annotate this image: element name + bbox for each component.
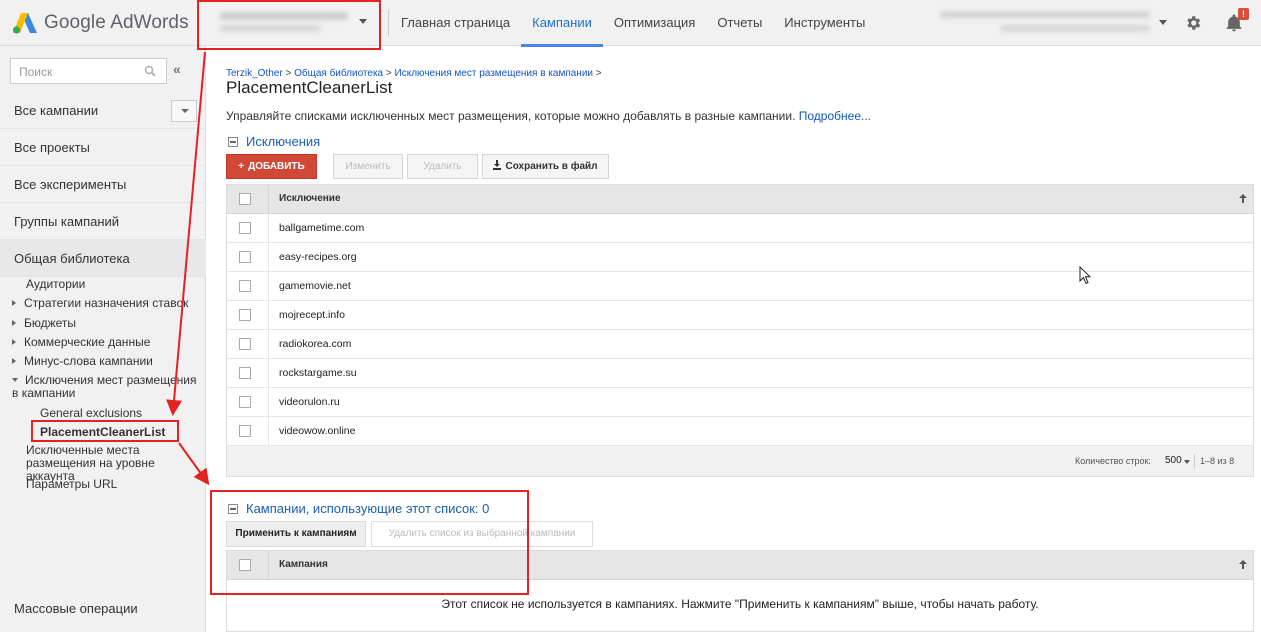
- rows-count-label: Количество строк:: [1075, 456, 1151, 466]
- exclusions-section-header[interactable]: Исключения: [228, 134, 320, 149]
- collapse-arrow-icon: [12, 378, 18, 382]
- table-row[interactable]: ballgametime.com: [227, 214, 1253, 243]
- empty-state-message: Этот список не используется в кампаниях.…: [441, 597, 1039, 611]
- row-checkbox[interactable]: [239, 396, 251, 408]
- table-body: ballgametime.com easy-recipes.org gamemovi…: [227, 214, 1253, 446]
- row-checkbox[interactable]: [239, 367, 251, 379]
- collapse-sidebar-icon[interactable]: «: [173, 61, 181, 77]
- row-checkbox[interactable]: [239, 309, 251, 321]
- learn-more-link[interactable]: Подробнее...: [799, 109, 871, 123]
- annotation-box-campaigns: [210, 490, 529, 595]
- download-icon: [493, 160, 502, 170]
- exclusion-cell: videowow.online: [279, 425, 356, 437]
- chevron-down-icon[interactable]: [1184, 460, 1190, 464]
- top-bar: Google AdWords Главная страница Кампании…: [0, 0, 1261, 47]
- sidebar-item-label: Все кампании: [14, 103, 99, 118]
- chevron-down-icon[interactable]: [1159, 20, 1167, 25]
- exclusions-table: Исключение ballgametime.com easy-recipes.…: [226, 184, 1254, 477]
- notification-badge: !: [1238, 8, 1249, 20]
- adwords-logo[interactable]: Google AdWords: [12, 9, 189, 37]
- exclusion-cell: ballgametime.com: [279, 222, 365, 234]
- column-header-exclusion[interactable]: Исключение: [279, 193, 341, 204]
- exclusion-cell: mojrecept.info: [279, 309, 345, 321]
- row-checkbox[interactable]: [239, 425, 251, 437]
- select-all-checkbox[interactable]: [239, 193, 251, 205]
- sidebar-item-campaign-groups[interactable]: Группы кампаний: [0, 203, 206, 240]
- exclusion-cell: rockstargame.su: [279, 367, 357, 379]
- nav-home[interactable]: Главная страница: [390, 0, 521, 46]
- chevron-down-icon: [181, 109, 189, 113]
- main-nav: Главная страница Кампании Оптимизация От…: [390, 0, 876, 47]
- nav-reports[interactable]: Отчеты: [706, 0, 773, 46]
- table-footer: Количество строк: 500 1–8 из 8: [227, 446, 1253, 476]
- plus-icon: +: [238, 161, 245, 172]
- exclusion-cell: easy-recipes.org: [279, 251, 357, 263]
- delete-button[interactable]: Удалить: [407, 154, 478, 179]
- tree-item-url-params[interactable]: Параметры URL: [26, 477, 117, 491]
- sidebar: Поиск « Все кампании Все проекты Все экс…: [0, 46, 206, 632]
- table-row[interactable]: radiokorea.com: [227, 330, 1253, 359]
- search-icon[interactable]: [144, 65, 156, 77]
- page-title: PlacementCleanerList: [226, 78, 393, 97]
- expand-arrow-icon: [12, 358, 16, 364]
- expand-arrow-icon: [12, 300, 16, 306]
- nav-campaigns[interactable]: Кампании: [521, 0, 603, 47]
- row-checkbox[interactable]: [239, 222, 251, 234]
- nav-optimization[interactable]: Оптимизация: [603, 0, 707, 46]
- sidebar-item-all-experiments[interactable]: Все эксперименты: [0, 166, 206, 203]
- divider: [1194, 454, 1195, 468]
- divider: [388, 10, 389, 36]
- tree-item-business-data[interactable]: Коммерческие данные: [12, 335, 150, 349]
- customer-info-blurred[interactable]: [940, 11, 1150, 32]
- exclusion-cell: radiokorea.com: [279, 338, 352, 350]
- page-description: Управляйте списками исключенных мест раз…: [226, 109, 871, 123]
- collapse-section-icon[interactable]: [228, 137, 238, 147]
- sort-arrow-icon[interactable]: [1239, 194, 1247, 203]
- sidebar-item-bulk-operations[interactable]: Массовые операции: [14, 601, 138, 616]
- tree-item-audiences[interactable]: Аудитории: [26, 277, 85, 291]
- expand-arrow-icon: [12, 339, 16, 345]
- annotation-box-list: [31, 420, 179, 442]
- tree-item-negative-keywords[interactable]: Минус-слова кампании: [12, 354, 153, 368]
- tree-item-placement-exclusions[interactable]: Исключения мест размещения в кампании: [12, 374, 202, 400]
- sidebar-item-all-campaigns[interactable]: Все кампании: [0, 92, 206, 129]
- campaigns-dropdown[interactable]: [171, 100, 197, 122]
- table-row[interactable]: easy-recipes.org: [227, 243, 1253, 272]
- table-row[interactable]: gamemovie.net: [227, 272, 1253, 301]
- sidebar-item-all-projects[interactable]: Все проекты: [0, 129, 206, 166]
- app-name: Google AdWords: [44, 12, 189, 33]
- adwords-logo-icon: [12, 13, 37, 34]
- rows-count-select[interactable]: 500: [1165, 455, 1182, 466]
- tree-item-budgets[interactable]: Бюджеты: [12, 316, 76, 330]
- table-row[interactable]: videowow.online: [227, 417, 1253, 446]
- row-checkbox[interactable]: [239, 280, 251, 292]
- search-placeholder: Поиск: [19, 65, 53, 79]
- expand-arrow-icon: [12, 320, 16, 326]
- row-checkbox[interactable]: [239, 251, 251, 263]
- table-row[interactable]: mojrecept.info: [227, 301, 1253, 330]
- mouse-cursor-icon: [1079, 266, 1091, 285]
- add-exclusion-button[interactable]: + ДОБАВИТЬ: [226, 154, 317, 179]
- table-header: Исключение: [227, 185, 1253, 214]
- exclusion-cell: videorulon.ru: [279, 396, 340, 408]
- row-checkbox[interactable]: [239, 338, 251, 350]
- sort-arrow-icon[interactable]: [1239, 560, 1247, 569]
- gear-icon[interactable]: [1184, 14, 1202, 32]
- table-row[interactable]: videorulon.ru: [227, 388, 1253, 417]
- pagination-info: 1–8 из 8: [1200, 456, 1235, 466]
- save-to-file-button[interactable]: Сохранить в файл: [482, 154, 609, 179]
- sidebar-item-shared-library[interactable]: Общая библиотека: [0, 240, 206, 277]
- table-row[interactable]: rockstargame.su: [227, 359, 1253, 388]
- breadcrumb-placement-exclusions[interactable]: Исключения мест размещения в кампании: [395, 68, 593, 79]
- exclusion-cell: gamemovie.net: [279, 280, 351, 292]
- tree-item-bid-strategies[interactable]: Стратегии назначения ставок: [12, 296, 188, 310]
- edit-button[interactable]: Изменить: [333, 154, 403, 179]
- annotation-box-account: [197, 0, 381, 50]
- tree-item-general-exclusions[interactable]: General exclusions: [40, 406, 142, 420]
- search-input[interactable]: Поиск: [10, 58, 167, 84]
- nav-tools[interactable]: Инструменты: [773, 0, 876, 46]
